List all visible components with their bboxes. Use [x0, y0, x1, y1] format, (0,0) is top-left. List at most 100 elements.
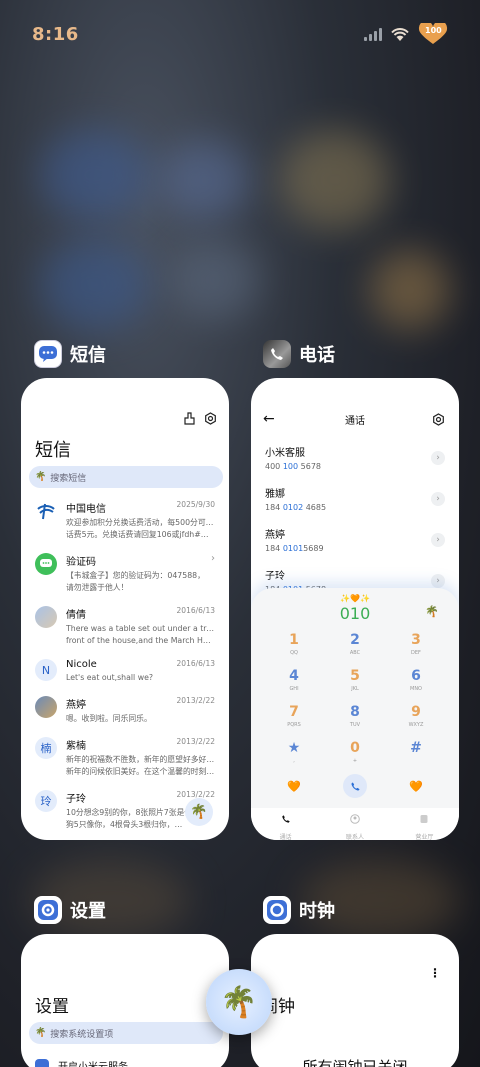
- broom-icon[interactable]: [183, 412, 196, 425]
- call-log: 小米客服 400 100 5678 › 雅娜 184 0102 4685 › 燕…: [251, 444, 459, 606]
- key-digit: 3: [411, 632, 421, 648]
- list-item[interactable]: 楠 紫楠 2013/2/22 新年的祝福数不胜数，新年的愿望好多好多， 新年的问候…: [21, 737, 229, 778]
- chevron-right-icon[interactable]: ›: [431, 450, 445, 465]
- key-letters: DEF: [411, 650, 421, 656]
- sms-app-icon: [34, 340, 62, 368]
- list-item[interactable]: 倩倩 2016/6/13 There was a table set out un…: [21, 606, 229, 647]
- chevron-right-icon[interactable]: ›: [431, 532, 445, 547]
- settings-app-card[interactable]: 设置 🌴 搜索系统设置项 开启小米云服务: [21, 934, 229, 1067]
- message-preview-line2: 请勿泄露于他人！: [66, 583, 129, 592]
- contact-name: 燕婷: [265, 530, 285, 541]
- key-0[interactable]: 0 +: [330, 740, 380, 764]
- phone-app-header[interactable]: 电话: [263, 340, 335, 368]
- clear-all-button[interactable]: 🌴: [206, 969, 272, 1035]
- message-sender: Nicole: [66, 659, 97, 670]
- key-letters: QQ: [290, 650, 298, 656]
- heart-icon[interactable]: 🧡: [287, 780, 301, 793]
- key-7[interactable]: 7 PQRS: [269, 704, 319, 728]
- tab-label: 联系人: [345, 834, 364, 840]
- settings-icon[interactable]: [204, 412, 217, 425]
- message-sender: 紫楠: [66, 741, 86, 752]
- contact-name: 小米客服: [265, 448, 305, 459]
- contact-number: 184: [265, 544, 283, 553]
- list-item[interactable]: 验证码 › 【韦城盒子】您的验证码为：047588， 请勿泄露于他人！: [21, 553, 229, 594]
- phone-app-card[interactable]: ← 通话 小米客服 400 100 5678 › 雅娜 184 0102 468…: [251, 378, 459, 840]
- key-digit: 6: [411, 668, 421, 684]
- clock-app-card[interactable]: ⋮ 闹钟 所有闹钟已关闭: [251, 934, 459, 1067]
- sms-app-title: 短信: [70, 345, 106, 366]
- palm-icon: 🌴: [190, 804, 208, 820]
- key-letters: ,: [293, 758, 295, 764]
- settings-search-placeholder: 搜索系统设置项: [50, 1029, 114, 1040]
- chevron-right-icon: ›: [211, 553, 215, 564]
- list-item[interactable]: 雅娜 184 0102 4685 ›: [251, 485, 459, 512]
- more-options-icon[interactable]: ⋮: [429, 966, 441, 980]
- dial-pad: ✨🧡✨ 010 🌴 1 QQ 2 ABC 3 DEF 4 GHI 5 JKL 6 MNO 7…: [251, 588, 459, 810]
- contact-number: 5689: [303, 544, 324, 553]
- clock-app-icon: [263, 896, 291, 924]
- key-digit: ★: [287, 740, 301, 756]
- key-letters: TUV: [349, 722, 361, 728]
- sms-app-header[interactable]: 短信: [34, 340, 106, 368]
- chevron-right-icon[interactable]: ›: [431, 573, 445, 588]
- message-preview-line1: Let's eat out,shall we?: [66, 673, 154, 682]
- tab-service-hall[interactable]: 营业厅: [390, 808, 459, 840]
- sparkle-decoration-icon: ✨🧡✨: [340, 594, 370, 603]
- list-item[interactable]: 中国电信 2025/9/30 欢迎参加积分兑换话费活动，每500分可兑换 话费5元…: [21, 500, 229, 541]
- key-9[interactable]: 9 WXYZ: [391, 704, 441, 728]
- contact-number: 4685: [303, 503, 327, 512]
- avatar: [35, 696, 57, 718]
- palm-icon[interactable]: 🌴: [425, 605, 439, 618]
- status-bar: 8:16 100: [0, 0, 480, 68]
- contact-number: 184: [265, 503, 283, 512]
- chevron-right-icon[interactable]: ›: [431, 491, 445, 506]
- message-date: 2013/2/22: [176, 737, 215, 746]
- key-letters: WXYZ: [408, 722, 424, 728]
- key-star[interactable]: ★,: [269, 740, 319, 764]
- settings-app-icon: [34, 896, 62, 924]
- signal-icon: [364, 27, 382, 41]
- key-digit: 7: [289, 704, 299, 720]
- avatar: [35, 606, 57, 628]
- settings-app-header[interactable]: 设置: [34, 896, 106, 924]
- clock-app-title: 时钟: [299, 901, 335, 922]
- message-date: 2016/6/13: [176, 606, 215, 615]
- settings-icon[interactable]: [432, 412, 445, 426]
- contact-name: 雅娜: [265, 489, 285, 500]
- key-2[interactable]: 2 ABC: [330, 632, 380, 656]
- message-preview-line1: 欢迎参加积分兑换话费活动，每500分可兑换: [66, 518, 215, 527]
- compose-button[interactable]: 🌴: [185, 798, 213, 826]
- settings-app-title: 设置: [70, 901, 106, 922]
- back-arrow-icon[interactable]: ←: [263, 411, 275, 427]
- sms-app-card[interactable]: 短信 🌴 搜索短信 中国电信 2025/9/30 欢迎参加积分兑换话费活动，每50…: [21, 378, 229, 840]
- list-item[interactable]: 小米客服 400 100 5678 ›: [251, 444, 459, 471]
- tab-calls[interactable]: 通话: [251, 808, 320, 840]
- key-4[interactable]: 4 GHI: [269, 668, 319, 692]
- contact-number: 400: [265, 462, 283, 471]
- list-item[interactable]: 开启小米云服务: [35, 1058, 128, 1067]
- alarm-status: 所有闹钟已关闭: [302, 1058, 408, 1067]
- heart-icon[interactable]: 🧡: [409, 780, 423, 793]
- tab-contacts[interactable]: 联系人: [320, 808, 389, 840]
- palm-icon: 🌴: [35, 472, 47, 482]
- key-digit: 2: [350, 632, 360, 648]
- list-item[interactable]: N Nicole 2016/6/13 Let's eat out,shall we…: [21, 659, 229, 684]
- key-5[interactable]: 5 JKL: [330, 668, 380, 692]
- key-hash[interactable]: #: [391, 740, 441, 758]
- key-8[interactable]: 8 TUV: [330, 704, 380, 728]
- list-item[interactable]: 燕婷 184 01015689 ›: [251, 526, 459, 553]
- key-1[interactable]: 1 QQ: [269, 632, 319, 656]
- call-button[interactable]: [343, 774, 367, 798]
- message-sender: 子玲: [66, 794, 86, 805]
- sms-search-bar[interactable]: 🌴 搜索短信: [29, 466, 223, 488]
- list-item[interactable]: 燕婷 2013/2/22 嗯。收到啦。同乐同乐。: [21, 696, 229, 725]
- key-3[interactable]: 3 DEF: [391, 632, 441, 656]
- message-date: 2025/9/30: [176, 500, 215, 509]
- status-time: 8:16: [32, 23, 79, 45]
- battery-level: 100: [425, 26, 442, 35]
- sms-screen-title: 短信: [35, 440, 71, 461]
- settings-search-bar[interactable]: 🌴 搜索系统设置项: [29, 1022, 223, 1044]
- key-letters: ABC: [349, 650, 361, 656]
- key-6[interactable]: 6 MNO: [391, 668, 441, 692]
- clock-app-header[interactable]: 时钟: [263, 896, 335, 924]
